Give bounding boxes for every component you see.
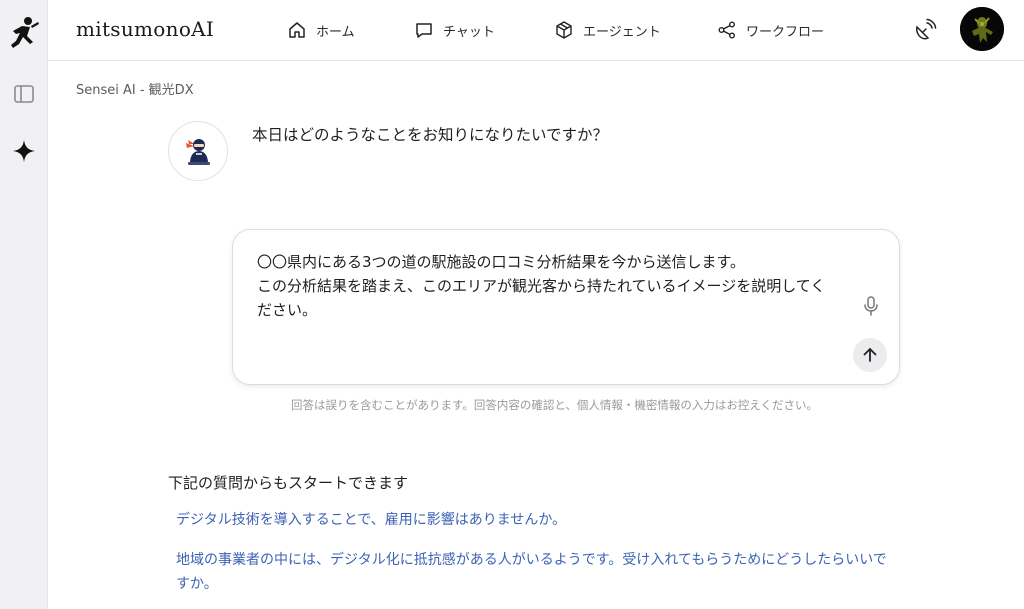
suggestions-title: 下記の質問からもスタートできます: [168, 474, 409, 492]
nav-chat[interactable]: チャット: [414, 18, 495, 42]
ninja-icon: [186, 139, 210, 165]
box-icon: [556, 21, 572, 39]
top-header: mitsumonoAI ホーム チャット エージェント ワークフロー: [48, 0, 1024, 61]
nav-home-label: ホーム: [316, 24, 355, 40]
microphone-button[interactable]: [859, 294, 883, 318]
microphone-icon: [864, 296, 878, 316]
nav-chat-label: チャット: [443, 24, 495, 40]
nav-home[interactable]: ホーム: [287, 18, 355, 42]
sidebar-rail: [0, 0, 48, 609]
nav-workflow[interactable]: ワークフロー: [717, 18, 824, 42]
message-input[interactable]: 〇〇県内にある3つの道の駅施設の口コミ分析結果を今から送信します。 この分析結果…: [257, 250, 837, 322]
breadcrumb: Sensei AI - 観光DX: [76, 83, 194, 98]
assistant-avatar: [168, 121, 228, 181]
sparkle-icon[interactable]: [10, 137, 38, 165]
satellite-dish-icon[interactable]: [912, 17, 938, 43]
nav-agent[interactable]: エージェント: [554, 18, 661, 42]
home-icon: [289, 22, 305, 38]
share-icon: [718, 21, 735, 39]
sidebar-toggle-icon[interactable]: [10, 80, 38, 108]
suggestion-item[interactable]: デジタル技術を導入することで、雇用に影響はありませんか。: [176, 508, 896, 532]
disclaimer-text: 回答は誤りを含むことがあります。回答内容の確認と、個人情報・機密情報の入力はお控…: [291, 398, 819, 412]
chat-icon: [416, 23, 432, 38]
suggestion-item[interactable]: 地域の事業者の中には、デジタル化に抵抗感がある人がいるようです。受け入れてもらう…: [176, 548, 896, 596]
message-composer[interactable]: 〇〇県内にある3つの道の駅施設の口コミ分析結果を今から送信します。 この分析結果…: [232, 229, 900, 385]
send-button[interactable]: [853, 338, 887, 372]
nav-workflow-label: ワークフロー: [746, 24, 825, 40]
brand-name[interactable]: mitsumonoAI: [76, 17, 214, 41]
assistant-message: 本日はどのようなことをお知りになりたいですか？: [252, 126, 609, 144]
arrow-up-icon: [863, 348, 877, 362]
avatar[interactable]: [960, 7, 1004, 51]
nav-agent-label: エージェント: [583, 24, 661, 40]
runner-logo-icon[interactable]: [8, 14, 40, 54]
